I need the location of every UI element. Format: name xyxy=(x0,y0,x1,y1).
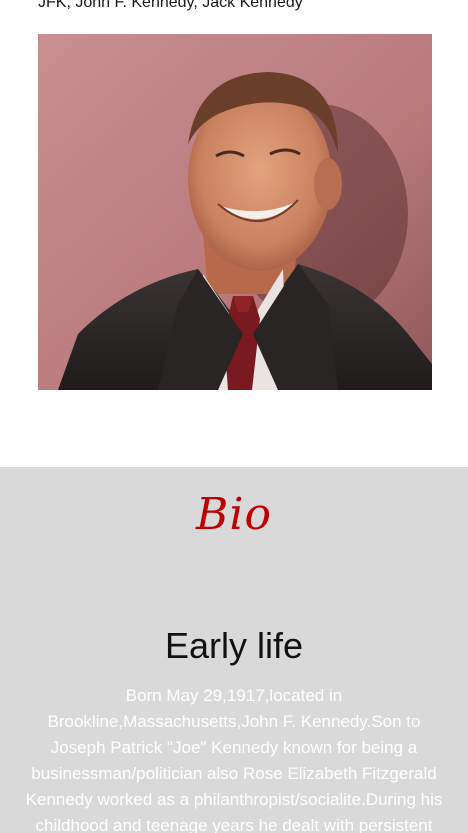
early-life-heading: Early life xyxy=(164,625,304,666)
portrait-image xyxy=(38,34,432,390)
bio-heading: Bio xyxy=(196,489,272,540)
aliases-text: JFK, John F. Kennedy, Jack Kennedy xyxy=(38,0,303,11)
early-life-paragraph: Born May 29,1917,located in Brookline,Ma… xyxy=(25,686,443,833)
page: JFK, John F. Kennedy, Jack Kennedy Bio E… xyxy=(0,0,468,833)
bio-section: Bio Early life Born May 29,1917,located … xyxy=(0,467,468,833)
